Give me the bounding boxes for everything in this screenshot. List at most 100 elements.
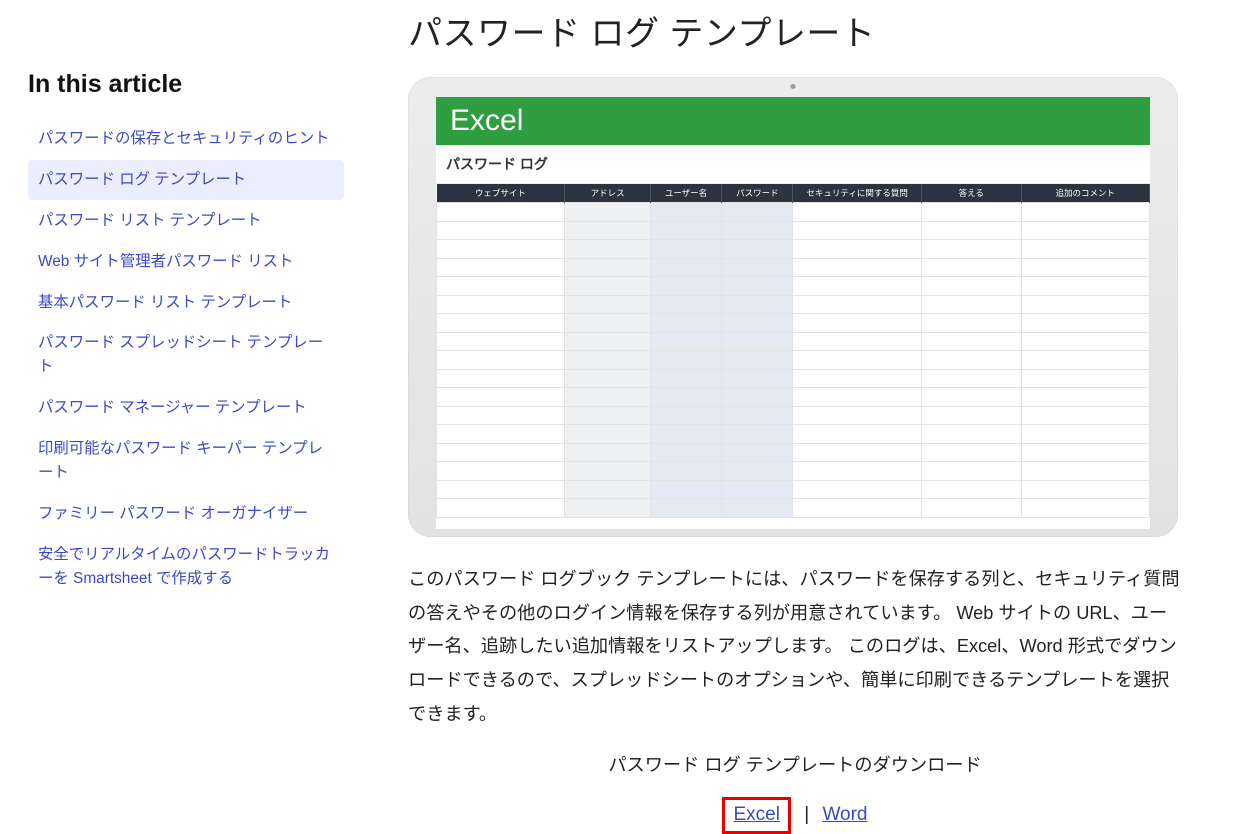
table-cell	[565, 351, 651, 370]
table-cell	[722, 277, 793, 296]
table-cell	[650, 425, 721, 444]
table-cell	[437, 295, 565, 314]
table-row	[437, 240, 1150, 259]
table-cell	[437, 240, 565, 259]
table-cell	[1021, 499, 1149, 518]
table-cell	[650, 314, 721, 333]
table-cell	[793, 480, 921, 499]
table-row	[437, 480, 1150, 499]
app-header: Excel	[436, 97, 1150, 145]
column-header: 追加のコメント	[1021, 184, 1149, 203]
table-cell	[1021, 332, 1149, 351]
table-cell	[921, 221, 1021, 240]
table-row	[437, 499, 1150, 518]
camera-icon	[791, 84, 796, 89]
table-cell	[1021, 221, 1149, 240]
table-body	[437, 203, 1150, 518]
toc-item[interactable]: パスワード ログ テンプレート	[28, 160, 344, 200]
table-cell	[793, 499, 921, 518]
toc-item[interactable]: 基本パスワード リスト テンプレート	[28, 283, 344, 323]
table-cell	[722, 351, 793, 370]
table-row	[437, 314, 1150, 333]
column-header: パスワード	[722, 184, 793, 203]
table-cell	[793, 258, 921, 277]
table-row	[437, 462, 1150, 481]
table-cell	[650, 369, 721, 388]
download-word-link[interactable]: Word	[822, 804, 867, 825]
table-cell	[565, 240, 651, 259]
toc-item[interactable]: ファミリー パスワード オーガナイザー	[28, 494, 344, 534]
table-cell	[437, 369, 565, 388]
sidebar-title: In this article	[28, 70, 344, 99]
table-cell	[1021, 295, 1149, 314]
description: このパスワード ログブック テンプレートには、パスワードを保存する列と、セキュリ…	[408, 563, 1182, 731]
table-cell	[437, 332, 565, 351]
sheet-title: パスワード ログ	[436, 145, 1150, 184]
table-cell	[565, 221, 651, 240]
table-row	[437, 351, 1150, 370]
toc-item[interactable]: Web サイト管理者パスワード リスト	[28, 242, 344, 282]
toc-item[interactable]: パスワード スプレッドシート テンプレート	[28, 323, 344, 387]
table-cell	[437, 388, 565, 407]
table-cell	[921, 203, 1021, 222]
table-row	[437, 425, 1150, 444]
toc-item[interactable]: パスワードの保存とセキュリティのヒント	[28, 119, 344, 159]
table-cell	[565, 499, 651, 518]
table-cell	[722, 443, 793, 462]
table-row	[437, 369, 1150, 388]
table-cell	[1021, 388, 1149, 407]
table-cell	[921, 369, 1021, 388]
layout: In this article パスワードの保存とセキュリティのヒントパスワード…	[0, 0, 1255, 834]
column-header: アドレス	[565, 184, 651, 203]
sheet-table: ウェブサイトアドレスユーザー名パスワードセキュリティに関する質問答える追加のコメ…	[436, 184, 1150, 518]
table-cell	[793, 351, 921, 370]
table-cell	[565, 462, 651, 481]
sidebar: In this article パスワードの保存とセキュリティのヒントパスワード…	[0, 0, 360, 834]
table-cell	[437, 499, 565, 518]
table-row	[437, 295, 1150, 314]
table-cell	[793, 369, 921, 388]
table-cell	[921, 351, 1021, 370]
toc-item[interactable]: パスワード マネージャー テンプレート	[28, 388, 344, 428]
table-cell	[650, 295, 721, 314]
table-cell	[722, 332, 793, 351]
download-excel-link[interactable]: Excel	[733, 804, 779, 825]
toc-item[interactable]: 印刷可能なパスワード キーパー テンプレート	[28, 429, 344, 493]
table-cell	[793, 240, 921, 259]
table-cell	[437, 221, 565, 240]
table-cell	[921, 425, 1021, 444]
table-cell	[437, 314, 565, 333]
table-cell	[921, 480, 1021, 499]
table-cell	[650, 351, 721, 370]
table-cell	[793, 462, 921, 481]
table-cell	[722, 425, 793, 444]
table-cell	[722, 480, 793, 499]
table-cell	[921, 499, 1021, 518]
table-cell	[650, 462, 721, 481]
table-cell	[1021, 258, 1149, 277]
table-cell	[921, 314, 1021, 333]
table-cell	[793, 221, 921, 240]
table-cell	[565, 277, 651, 296]
table-cell	[650, 406, 721, 425]
table-header-row: ウェブサイトアドレスユーザー名パスワードセキュリティに関する質問答える追加のコメ…	[437, 184, 1150, 203]
table-cell	[565, 332, 651, 351]
toc-item[interactable]: 安全でリアルタイムのパスワードトラッカーを Smartsheet で作成する	[28, 535, 344, 599]
page-title: パスワード ログ テンプレート	[408, 6, 1182, 55]
table-cell	[1021, 406, 1149, 425]
table-cell	[565, 203, 651, 222]
table-cell	[921, 240, 1021, 259]
table-cell	[565, 295, 651, 314]
table-cell	[437, 480, 565, 499]
table-row	[437, 406, 1150, 425]
table-cell	[921, 258, 1021, 277]
toc-item[interactable]: パスワード リスト テンプレート	[28, 201, 344, 241]
table-cell	[722, 240, 793, 259]
table-row	[437, 332, 1150, 351]
table-cell	[793, 277, 921, 296]
download-separator: |	[804, 804, 809, 825]
column-header: セキュリティに関する質問	[793, 184, 921, 203]
table-cell	[437, 277, 565, 296]
table-cell	[1021, 480, 1149, 499]
table-cell	[921, 462, 1021, 481]
